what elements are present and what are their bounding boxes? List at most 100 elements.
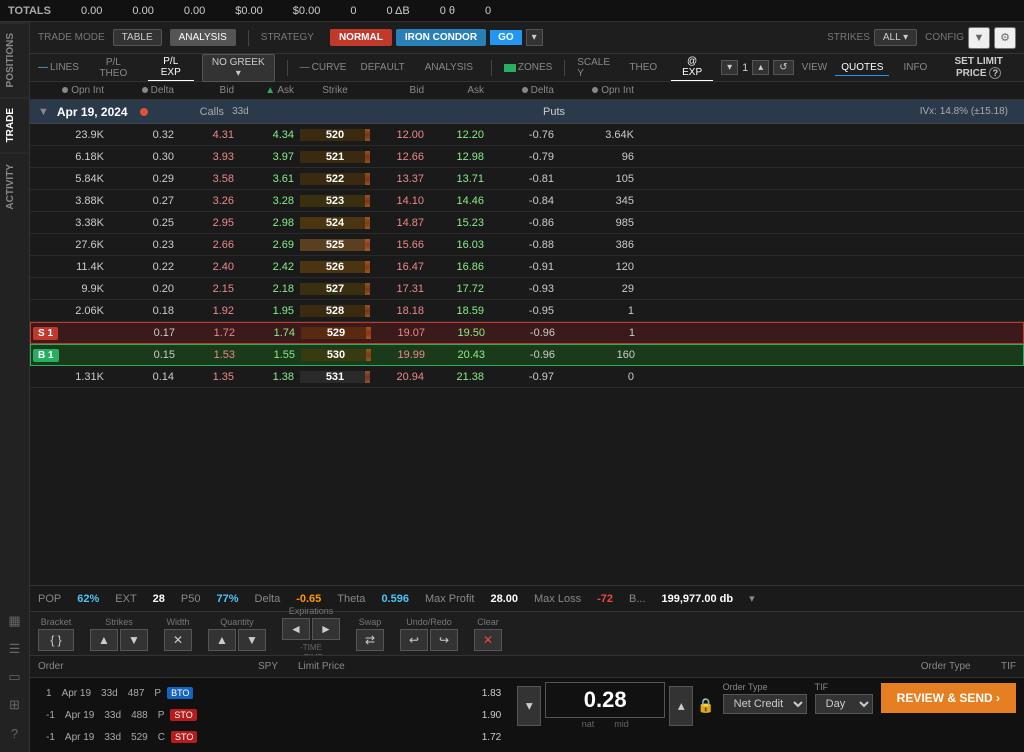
clear-button[interactable]: ✕	[474, 629, 502, 651]
cell-strike[interactable]: 525	[300, 239, 370, 251]
chart-icon[interactable]: ▦	[4, 610, 26, 632]
table-row[interactable]: 5.84K 0.29 3.58 3.61 522 13.37 13.71 -0.…	[30, 168, 1024, 190]
iron-condor-button[interactable]: IRON CONDOR	[396, 29, 486, 46]
cell-ask-calls[interactable]: 1.74	[241, 327, 301, 339]
cell-ask-puts[interactable]: 13.71	[430, 173, 490, 185]
swap-button[interactable]: ⇄	[356, 629, 384, 651]
scale-refresh-button[interactable]: ↺	[773, 60, 793, 75]
cell-ask-puts[interactable]: 17.72	[430, 283, 490, 295]
positions-tab[interactable]: POSITIONS	[0, 22, 29, 97]
layout-icon[interactable]: ▭	[4, 666, 26, 688]
bracket-button[interactable]: { }	[38, 629, 74, 651]
analysis-curve-button[interactable]: ANALYSIS	[419, 60, 479, 75]
cell-bid-puts[interactable]: 18.18	[370, 305, 430, 317]
cell-ask-calls[interactable]: 1.38	[240, 371, 300, 383]
cell-strike[interactable]: 528	[300, 305, 370, 317]
table-row[interactable]: B 1 0.15 1.53 1.55 530 19.99 20.43 -0.96…	[30, 344, 1024, 366]
limit-up-button[interactable]: ▴	[669, 686, 693, 726]
cell-ask-puts[interactable]: 16.86	[430, 261, 490, 273]
quantity-up-button[interactable]: ▲	[208, 629, 236, 651]
cell-ask-calls[interactable]: 4.34	[240, 129, 300, 141]
cell-ask-puts[interactable]: 18.59	[430, 305, 490, 317]
b-dropdown-icon[interactable]: ▾	[749, 592, 755, 605]
cell-strike[interactable]: 521	[300, 151, 370, 163]
cell-bid-puts[interactable]: 12.00	[370, 129, 430, 141]
table-row[interactable]: 11.4K 0.22 2.40 2.42 526 16.47 16.86 -0.…	[30, 256, 1024, 278]
go-button[interactable]: GO	[490, 30, 522, 45]
cell-ask-puts[interactable]: 12.20	[430, 129, 490, 141]
grid-icon[interactable]: ⊞	[4, 694, 26, 716]
width-button[interactable]: ✕	[164, 629, 192, 651]
lock-icon[interactable]: 🔒	[697, 697, 714, 714]
strikes-value-button[interactable]: ALL ▾	[874, 29, 917, 46]
cell-strike[interactable]: 527	[300, 283, 370, 295]
cell-bid-calls[interactable]: 1.35	[180, 371, 240, 383]
analysis-button[interactable]: ANALYSIS	[170, 29, 236, 46]
cell-ask-calls[interactable]: 3.28	[240, 195, 300, 207]
cell-ask-calls[interactable]: 2.18	[240, 283, 300, 295]
pl-exp-button[interactable]: P/L EXP	[148, 54, 194, 81]
cell-bid-puts[interactable]: 15.66	[370, 239, 430, 251]
cell-ask-calls[interactable]: 2.42	[240, 261, 300, 273]
default-button[interactable]: DEFAULT	[354, 60, 410, 75]
cell-ask-calls[interactable]: 2.69	[240, 239, 300, 251]
cell-bid-puts[interactable]: 20.94	[370, 371, 430, 383]
table-row[interactable]: 6.18K 0.30 3.93 3.97 521 12.66 12.98 -0.…	[30, 146, 1024, 168]
order-type-select[interactable]: Net Credit Net Debit Market	[723, 694, 807, 714]
list-icon[interactable]: ☰	[4, 638, 26, 660]
cell-ask-calls[interactable]: 3.61	[240, 173, 300, 185]
table-row[interactable]: 2.06K 0.18 1.92 1.95 528 18.18 18.59 -0.…	[30, 300, 1024, 322]
strikes-down-button[interactable]: ▼	[120, 629, 148, 651]
cell-ask-puts[interactable]: 21.38	[430, 371, 490, 383]
table-row[interactable]: 1.31K 0.14 1.35 1.38 531 20.94 21.38 -0.…	[30, 366, 1024, 388]
table-row[interactable]: 9.9K 0.20 2.15 2.18 527 17.31 17.72 -0.9…	[30, 278, 1024, 300]
normal-button[interactable]: NORMAL	[330, 29, 392, 46]
cell-bid-calls[interactable]: 1.53	[181, 349, 241, 361]
no-greek-button[interactable]: NO GREEK ▾	[202, 54, 275, 82]
settings-icon[interactable]: ⚙	[994, 27, 1016, 49]
cell-bid-calls[interactable]: 2.40	[180, 261, 240, 273]
review-send-button[interactable]: REVIEW & SEND ›	[881, 683, 1016, 713]
cell-bid-puts[interactable]: 12.66	[370, 151, 430, 163]
tif-select[interactable]: Day GTC	[815, 694, 873, 714]
set-limit-button[interactable]: SET LIMIT PRICE ?	[941, 56, 1016, 79]
cell-ask-calls[interactable]: 3.97	[240, 151, 300, 163]
cell-ask-puts[interactable]: 19.50	[431, 327, 491, 339]
table-row[interactable]: 23.9K 0.32 4.31 4.34 520 12.00 12.20 -0.…	[30, 124, 1024, 146]
trade-tab[interactable]: TRADE	[0, 97, 29, 152]
cell-bid-puts[interactable]: 13.37	[370, 173, 430, 185]
cell-bid-calls[interactable]: 2.66	[180, 239, 240, 251]
cell-bid-calls[interactable]: 3.93	[180, 151, 240, 163]
cell-bid-calls[interactable]: 2.95	[180, 217, 240, 229]
cell-ask-calls[interactable]: 1.55	[241, 349, 301, 361]
cell-strike[interactable]: 530	[301, 349, 371, 361]
filter-icon[interactable]: ▼	[968, 27, 990, 49]
redo-button[interactable]: ↪	[430, 629, 458, 651]
table-row[interactable]: 3.88K 0.27 3.26 3.28 523 14.10 14.46 -0.…	[30, 190, 1024, 212]
cell-strike[interactable]: 531	[300, 371, 370, 383]
cell-strike[interactable]: 523	[300, 195, 370, 207]
cell-bid-puts[interactable]: 14.10	[370, 195, 430, 207]
cell-ask-puts[interactable]: 15.23	[430, 217, 490, 229]
table-row[interactable]: 27.6K 0.23 2.66 2.69 525 15.66 16.03 -0.…	[30, 234, 1024, 256]
info-button[interactable]: INFO	[897, 60, 933, 75]
cell-bid-puts[interactable]: 16.47	[370, 261, 430, 273]
cell-bid-calls[interactable]: 2.15	[180, 283, 240, 295]
exp-prev-button[interactable]: ◄	[282, 618, 310, 640]
cell-bid-calls[interactable]: 3.26	[180, 195, 240, 207]
cell-strike[interactable]: 524	[300, 217, 370, 229]
cell-ask-puts[interactable]: 16.03	[430, 239, 490, 251]
undo-button[interactable]: ↩	[400, 629, 428, 651]
limit-down-button[interactable]: ▾	[517, 686, 541, 726]
quotes-button[interactable]: QUOTES	[835, 60, 889, 76]
table-row[interactable]: 3.38K 0.25 2.95 2.98 524 14.87 15.23 -0.…	[30, 212, 1024, 234]
cell-bid-calls[interactable]: 4.31	[180, 129, 240, 141]
cell-bid-puts[interactable]: 17.31	[370, 283, 430, 295]
quantity-down-button[interactable]: ▼	[238, 629, 266, 651]
table-row[interactable]: S 1 0.17 1.72 1.74 529 19.07 19.50 -0.96…	[30, 322, 1024, 344]
cell-strike[interactable]: 520	[300, 129, 370, 141]
cell-bid-puts[interactable]: 19.99	[371, 349, 431, 361]
scale-down-button[interactable]: ▾	[721, 60, 738, 75]
pl-theo-button[interactable]: P/L THEO	[87, 55, 140, 81]
cell-ask-puts[interactable]: 14.46	[430, 195, 490, 207]
